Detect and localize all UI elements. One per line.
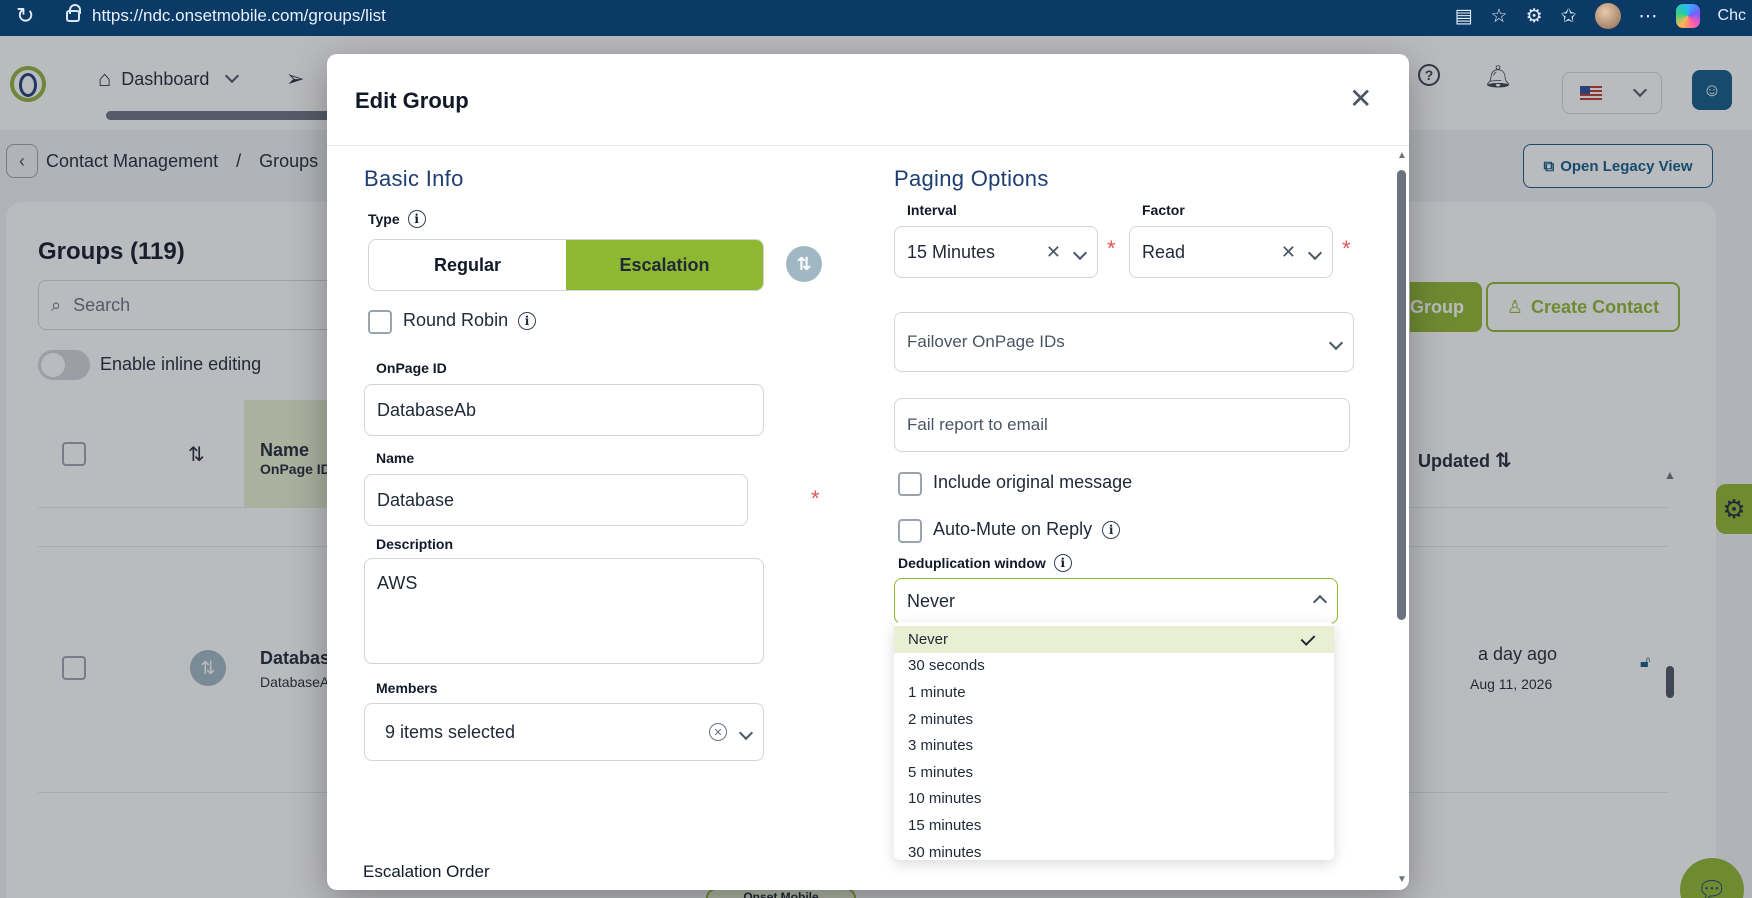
copilot-icon[interactable] [1675, 4, 1700, 28]
option-5-minutes[interactable]: 5 minutes [894, 759, 1334, 786]
onpage-id-label: OnPage ID [376, 360, 447, 376]
chevron-down-icon[interactable] [738, 722, 754, 743]
clear-icon[interactable]: ✕ [709, 723, 727, 741]
modal-header: Edit Group ✕ [327, 54, 1409, 146]
chevron-down-icon[interactable] [1328, 332, 1344, 353]
escalation-order-label: Escalation Order [363, 862, 490, 881]
name-input[interactable]: Database [364, 474, 748, 526]
fail-report-email-input[interactable]: Fail report to email [894, 398, 1350, 452]
option-30-seconds[interactable]: 30 seconds [894, 653, 1334, 680]
required-marker: * [811, 486, 820, 511]
chevron-up-icon[interactable] [1312, 591, 1328, 612]
clear-x-icon[interactable]: ✕ [1046, 242, 1061, 263]
option-1-minute[interactable]: 1 minute [894, 679, 1334, 706]
checkmark-icon [1300, 631, 1316, 646]
type-escalation-option[interactable]: Escalation [566, 240, 763, 290]
paging-options-title: Paging Options [894, 166, 1049, 191]
include-original-text: Include original message [933, 472, 1133, 492]
chevron-down-icon[interactable] [1307, 242, 1323, 263]
round-robin-checkbox[interactable] [368, 310, 392, 334]
option-label: Never [908, 630, 949, 648]
type-label: Type i [368, 210, 426, 228]
name-label: Name [376, 450, 415, 466]
browser-toolbar: ↻ https://ndc.onsetmobile.com/groups/lis… [0, 0, 1752, 36]
favorites-list-icon[interactable]: ✩ [1561, 5, 1577, 28]
info-icon[interactable]: i [407, 210, 426, 228]
info-icon[interactable]: i [518, 311, 537, 330]
chevron-down-icon[interactable] [1072, 242, 1088, 263]
dedup-label: Deduplication window i [898, 554, 1072, 572]
more-menu-icon[interactable]: ⋯ [1639, 5, 1658, 28]
members-select[interactable]: 9 items selected ✕ [364, 703, 764, 761]
clear-x-icon[interactable]: ✕ [1281, 242, 1296, 263]
dedup-label-text: Deduplication window [898, 555, 1046, 571]
modal-scrollbar[interactable]: ▲ ▼ [1393, 150, 1409, 890]
option-30-minutes[interactable]: 30 minutes [894, 839, 1334, 866]
description-textarea[interactable]: AWS [364, 558, 764, 664]
dedup-value: Never [907, 590, 956, 611]
failover-onpage-ids-select[interactable]: Failover OnPage IDs [894, 312, 1354, 372]
type-label-text: Type [368, 211, 400, 227]
failover-placeholder: Failover OnPage IDs [907, 332, 1065, 351]
interval-select[interactable]: 15 Minutes ✕ [894, 226, 1098, 278]
option-15-minutes[interactable]: 15 minutes [894, 812, 1334, 839]
factor-select[interactable]: Read ✕ [1129, 226, 1333, 278]
auto-mute-checkbox[interactable] [898, 519, 922, 543]
swap-order-button[interactable]: ⇅ [786, 246, 822, 282]
onpage-id-input[interactable]: DatabaseAb [364, 384, 764, 436]
profile-avatar[interactable] [1594, 3, 1621, 29]
group-type-toggle: Regular Escalation [368, 239, 764, 291]
sort-arrows-icon: ⇅ [796, 253, 812, 274]
factor-label: Factor [1142, 202, 1185, 218]
option-10-minutes[interactable]: 10 minutes [894, 786, 1334, 813]
scroll-up-arrow[interactable]: ▲ [1397, 150, 1407, 161]
modal-title: Edit Group [355, 88, 469, 113]
option-never[interactable]: Never [894, 626, 1334, 653]
factor-value: Read [1142, 241, 1186, 262]
reload-icon[interactable]: ↻ [16, 3, 34, 29]
round-robin-label: Round Robin i [403, 310, 537, 331]
members-label: Members [376, 680, 438, 696]
type-regular-option[interactable]: Regular [369, 240, 566, 290]
description-label: Description [376, 536, 454, 552]
browser-actions: ▤ ☆ ⚙ ✩ ⋯ Chc [1455, 0, 1752, 32]
edit-group-modal: Edit Group ✕ ▲ ▼ Basic Info Type i Regul… [327, 54, 1409, 890]
option-2-minutes[interactable]: 2 minutes [894, 706, 1334, 733]
extensions-icon[interactable]: ⚙ [1526, 5, 1543, 28]
dedup-window-select[interactable]: Never [894, 578, 1338, 624]
reader-view-icon[interactable]: ▤ [1455, 5, 1473, 28]
required-marker: * [1342, 236, 1351, 261]
dedup-options-list: Never 30 seconds 1 minute 2 minutes 3 mi… [894, 622, 1334, 861]
option-3-minutes[interactable]: 3 minutes [894, 732, 1334, 759]
interval-value: 15 Minutes [907, 241, 996, 262]
info-icon[interactable]: i [1102, 520, 1121, 539]
members-value: 9 items selected [385, 721, 516, 742]
include-original-checkbox[interactable] [898, 472, 922, 496]
interval-label: Interval [907, 202, 957, 218]
round-robin-text: Round Robin [403, 310, 509, 330]
close-icon[interactable]: ✕ [1349, 82, 1372, 115]
required-marker: * [1107, 236, 1116, 261]
copilot-label[interactable]: Chc [1718, 7, 1746, 25]
basic-info-title: Basic Info [364, 166, 464, 191]
auto-mute-text: Auto-Mute on Reply [933, 519, 1093, 539]
include-original-label: Include original message [933, 472, 1132, 493]
scroll-thumb[interactable] [1397, 170, 1406, 620]
scroll-down-arrow[interactable]: ▼ [1397, 874, 1407, 885]
lock-icon [66, 4, 81, 22]
favorite-star-icon[interactable]: ☆ [1491, 5, 1508, 28]
url-text: https://ndc.onsetmobile.com/groups/list [92, 6, 386, 25]
address-bar[interactable]: https://ndc.onsetmobile.com/groups/list [54, 2, 1414, 30]
auto-mute-label: Auto-Mute on Reply i [933, 519, 1121, 540]
info-icon[interactable]: i [1053, 554, 1072, 572]
